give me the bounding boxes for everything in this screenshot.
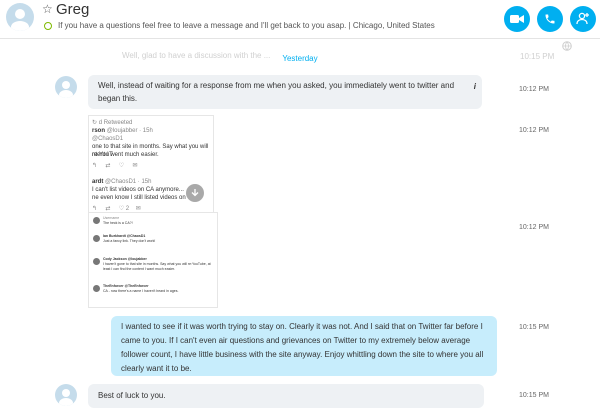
- message-text: I wanted to see if it was worth trying t…: [121, 322, 484, 373]
- add-person-icon: [576, 12, 589, 25]
- download-icon: [191, 189, 199, 197]
- status-icon: [44, 22, 52, 30]
- contact-name[interactable]: Greg: [56, 1, 89, 18]
- video-call-button[interactable]: [504, 6, 530, 32]
- thread-avatar: [93, 235, 100, 242]
- edited-pencil-icon: i: [473, 82, 476, 91]
- download-button[interactable]: [186, 184, 204, 202]
- sender-avatar[interactable]: [55, 76, 77, 98]
- shared-image-thread[interactable]: Username The heck is a CA?! Ian Burkhardt…: [88, 212, 218, 308]
- message-time: 10:12 PM: [519, 224, 549, 231]
- message-text: Well, instead of waiting for a response …: [98, 81, 455, 103]
- contact-avatar[interactable]: [6, 3, 34, 31]
- retweet-icon: ↻: [92, 120, 98, 126]
- add-people-button[interactable]: [570, 6, 596, 32]
- phone-icon: [545, 14, 555, 24]
- outgoing-message-bubble[interactable]: I wanted to see if it was worth trying t…: [111, 316, 497, 376]
- conversation-header: ☆ Greg If you have a questions feel free…: [0, 0, 600, 38]
- tweet-actions: ↰ ⇄ ♡ ✉: [92, 163, 138, 169]
- thread-avatar: [93, 258, 100, 265]
- message-time: 10:12 PM: [519, 127, 549, 134]
- audio-call-button[interactable]: [537, 6, 563, 32]
- message-time: 10:12 PM: [519, 86, 549, 93]
- message-time: 10:15 PM: [519, 392, 549, 399]
- thread-avatar: [93, 285, 100, 292]
- thread-avatar: [93, 217, 100, 224]
- sender-avatar[interactable]: [55, 384, 77, 406]
- message-text: Best of luck to you.: [98, 391, 166, 400]
- day-separator: Yesterday: [282, 54, 318, 63]
- video-icon: [510, 15, 524, 23]
- location: Chicago, United States: [352, 21, 435, 30]
- header-divider: [0, 38, 600, 39]
- message-bubble[interactable]: Well, instead of waiting for a response …: [88, 75, 482, 109]
- message-time: 10:15 PM: [519, 324, 549, 331]
- mood-message: If you have a questions feel free to lea…: [58, 21, 435, 30]
- message-bubble[interactable]: Best of luck to you.: [88, 384, 484, 408]
- favorite-star-icon[interactable]: ☆: [42, 2, 53, 16]
